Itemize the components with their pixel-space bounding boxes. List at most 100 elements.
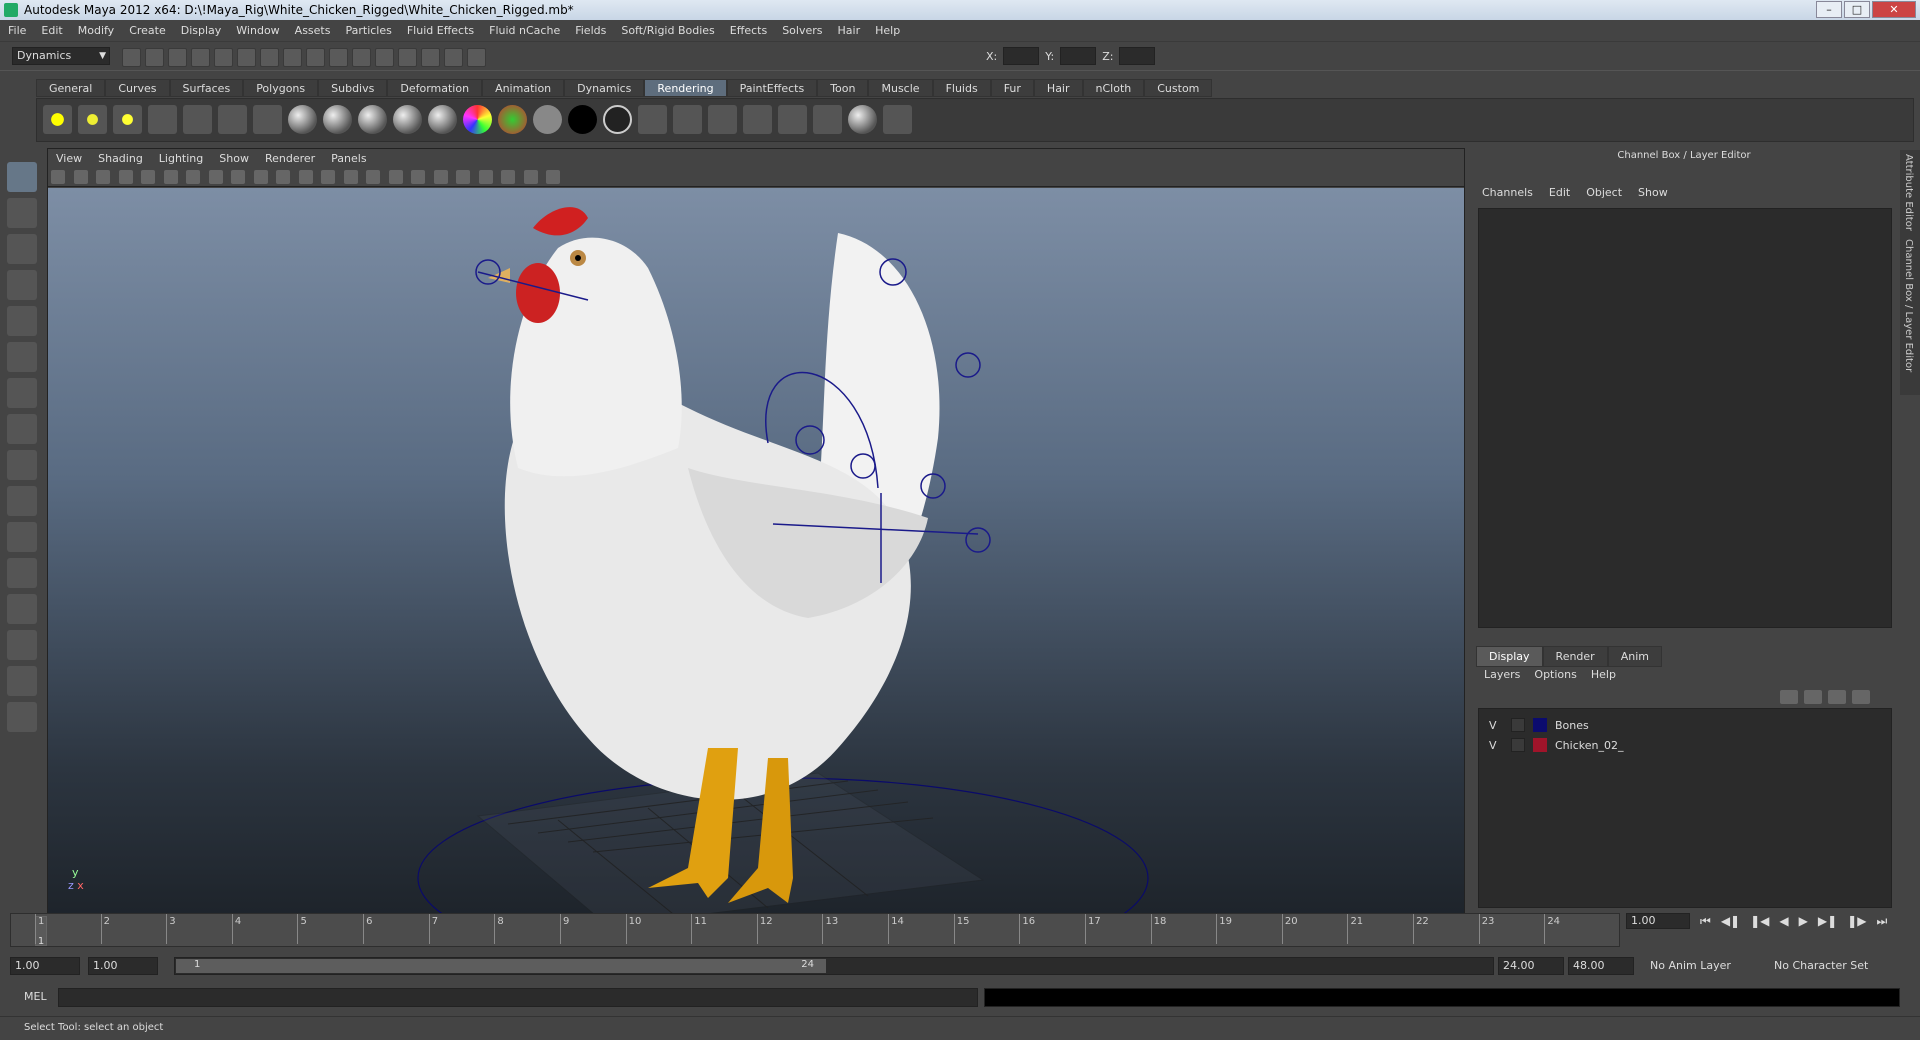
select-object-icon[interactable] — [214, 48, 233, 67]
le-menu-help[interactable]: Help — [1591, 668, 1616, 681]
x-field[interactable] — [1003, 47, 1040, 65]
viewport-scene[interactable]: y z x — [48, 188, 1464, 914]
tab-animation[interactable]: Animation — [482, 79, 565, 97]
directional-light-icon[interactable] — [78, 105, 107, 134]
volume-light-icon[interactable] — [218, 105, 247, 134]
tab-painteffects[interactable]: PaintEffects — [726, 79, 818, 97]
anisotropic-icon[interactable] — [428, 105, 457, 134]
range-slider[interactable]: 1 24 — [174, 957, 1494, 975]
persp-outliner-layout-icon[interactable] — [7, 594, 37, 624]
layer-color-swatch[interactable] — [1533, 718, 1547, 732]
cb-menu-channels[interactable]: Channels — [1482, 186, 1533, 199]
select-component-icon[interactable] — [237, 48, 256, 67]
render-icon[interactable] — [638, 105, 667, 134]
phonge-icon[interactable] — [393, 105, 422, 134]
layer-display-type-toggle[interactable] — [1511, 738, 1525, 752]
tab-display[interactable]: Display — [1476, 646, 1543, 667]
menu-solvers[interactable]: Solvers — [782, 24, 822, 37]
ipr-render-icon[interactable] — [421, 48, 440, 67]
z-field[interactable] — [1119, 47, 1156, 65]
snap-point-icon[interactable] — [306, 48, 325, 67]
attribute-editor-tab[interactable]: Attribute Editor — [1900, 150, 1917, 235]
mental-ray-icon[interactable] — [848, 105, 877, 134]
tab-muscle[interactable]: Muscle — [868, 79, 933, 97]
select-tool-icon[interactable] — [7, 162, 37, 192]
grease-pencil-icon[interactable] — [163, 170, 178, 184]
save-scene-icon[interactable] — [168, 48, 187, 67]
xray-joints-icon[interactable] — [523, 170, 538, 184]
hypershade-persp-layout-icon[interactable] — [7, 666, 37, 696]
last-tool-icon[interactable] — [7, 486, 37, 516]
persp-graph-layout-icon[interactable] — [7, 630, 37, 660]
snap-grid-icon[interactable] — [260, 48, 279, 67]
xray-icon[interactable] — [501, 170, 515, 184]
tab-subdivs[interactable]: Subdivs — [318, 79, 388, 97]
open-scene-icon[interactable] — [145, 48, 164, 67]
four-view-layout-icon[interactable] — [7, 558, 37, 588]
surface-shader-icon[interactable] — [533, 105, 562, 134]
menu-fluid-ncache[interactable]: Fluid nCache — [489, 24, 560, 37]
channel-box-area[interactable] — [1478, 208, 1892, 628]
new-scene-icon[interactable] — [122, 48, 141, 67]
ipr-icon[interactable] — [673, 105, 702, 134]
go-to-start-icon[interactable]: ⏮ — [1700, 914, 1711, 929]
tab-hair[interactable]: Hair — [1033, 79, 1083, 97]
lasso-tool-icon[interactable] — [7, 198, 37, 228]
persp-graph-hypergraph-layout-icon[interactable] — [7, 702, 37, 732]
grid-icon[interactable] — [186, 170, 200, 184]
rotate-tool-icon[interactable] — [7, 306, 37, 336]
time-slider[interactable]: 1 1 2 3 4 5 6 7 8 9 10 11 12 13 14 15 16 17 18 19 20 21 22 23 2… — [10, 913, 1620, 947]
tab-surfaces[interactable]: Surfaces — [169, 79, 244, 97]
hypershade-shelf-icon[interactable] — [778, 105, 807, 134]
start-time-field[interactable]: 1.00 — [10, 957, 80, 975]
camera-icon[interactable] — [253, 105, 282, 134]
menu-window[interactable]: Window — [236, 24, 279, 37]
tab-general[interactable]: General — [36, 79, 106, 97]
layered-shader-icon[interactable] — [498, 105, 527, 134]
render-frame-icon[interactable] — [398, 48, 417, 67]
step-forward-frame-icon[interactable]: ▶❚ — [1818, 914, 1837, 928]
cb-menu-show[interactable]: Show — [1638, 186, 1668, 199]
ambient-light-icon[interactable] — [43, 105, 72, 134]
layer-row[interactable]: V Chicken_02_ — [1479, 735, 1891, 755]
xray-components-icon[interactable] — [546, 170, 560, 184]
tab-fluids[interactable]: Fluids — [932, 79, 991, 97]
tab-toon[interactable]: Toon — [817, 79, 869, 97]
snap-curve-icon[interactable] — [283, 48, 302, 67]
channel-box-layer-editor-tab[interactable]: Channel Box / Layer Editor — [1900, 235, 1917, 376]
layer-row[interactable]: V Bones — [1479, 715, 1891, 735]
wireframe-icon[interactable] — [343, 170, 358, 184]
layer-display-type-toggle[interactable] — [1511, 718, 1525, 732]
render-settings-icon[interactable] — [444, 48, 463, 67]
minimize-button[interactable]: – — [1816, 1, 1842, 18]
cb-menu-object[interactable]: Object — [1586, 186, 1622, 199]
blinn-icon[interactable] — [323, 105, 352, 134]
current-time-field[interactable]: 1.00 — [1626, 913, 1690, 929]
paint-select-tool-icon[interactable] — [7, 234, 37, 264]
shading-map-icon[interactable] — [603, 105, 632, 134]
move-tool-icon[interactable] — [7, 270, 37, 300]
menu-help[interactable]: Help — [875, 24, 900, 37]
ramp-shader-icon[interactable] — [463, 105, 492, 134]
hypershade-icon[interactable] — [467, 48, 486, 67]
make-live-icon[interactable] — [352, 48, 371, 67]
le-menu-options[interactable]: Options — [1534, 668, 1576, 681]
menu-fields[interactable]: Fields — [575, 24, 606, 37]
lambert-icon[interactable] — [288, 105, 317, 134]
tab-anim[interactable]: Anim — [1607, 646, 1662, 667]
tab-rendering[interactable]: Rendering — [644, 79, 727, 97]
spot-light-icon[interactable] — [148, 105, 177, 134]
command-input[interactable] — [58, 988, 978, 1007]
history-icon[interactable] — [375, 48, 394, 67]
cb-menu-edit[interactable]: Edit — [1549, 186, 1570, 199]
safe-title-icon[interactable] — [321, 170, 335, 184]
tab-render[interactable]: Render — [1542, 646, 1608, 667]
show-manipulator-icon[interactable] — [7, 450, 37, 480]
le-menu-layers[interactable]: Layers — [1484, 668, 1520, 681]
single-perspective-layout-icon[interactable] — [7, 522, 37, 552]
area-light-icon[interactable] — [183, 105, 212, 134]
new-layer-from-selection-icon[interactable] — [1852, 690, 1870, 704]
menu-file[interactable]: File — [8, 24, 26, 37]
perspective-viewport[interactable]: View Shading Lighting Show Renderer Pane… — [47, 148, 1465, 914]
textured-icon[interactable] — [411, 170, 425, 184]
